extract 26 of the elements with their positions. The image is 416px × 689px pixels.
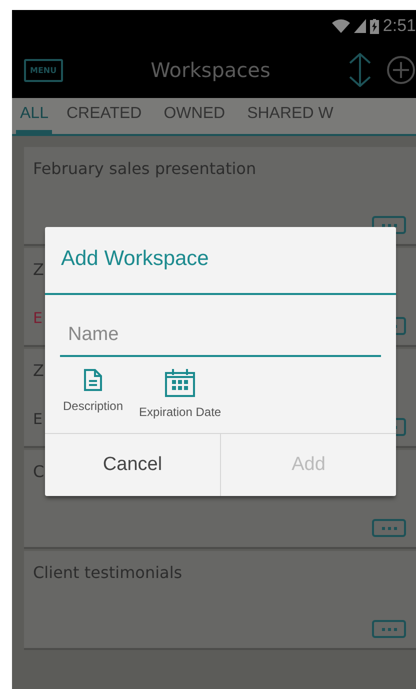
screen-title: Workspaces [150,58,272,82]
battery-icon [370,18,379,34]
status-time: 2:51 [382,16,416,36]
workspace-title: C [33,462,44,481]
add-icon[interactable] [386,55,416,85]
signal-icon [354,19,366,33]
calendar-icon [165,369,196,397]
name-field[interactable]: Name [60,315,381,357]
workspace-title: Z [33,260,44,279]
workspace-subtitle: E [33,410,42,428]
tab[interactable]: SHARED W [239,98,342,134]
dialog-action[interactable]: Expiration Date [139,369,222,419]
wifi-icon [332,19,350,33]
workspace-title: Client testimonials [33,563,182,582]
tab[interactable]: OWNED [156,98,234,134]
dialog-action[interactable]: Description [63,369,124,419]
up-down-arrow-icon[interactable] [348,53,372,87]
menu-button[interactable]: MENU [24,58,63,82]
dialog-title: Add Workspace [45,227,396,295]
workspace-subtitle: E [33,309,42,327]
workspace-title: February sales presentation [33,159,256,178]
workspace-card[interactable]: Client testimonials [24,551,416,650]
workspace-title: Z [33,361,44,380]
tab[interactable]: CREATED [58,98,150,134]
tab[interactable]: ALL [16,98,52,134]
document-icon [84,369,102,391]
